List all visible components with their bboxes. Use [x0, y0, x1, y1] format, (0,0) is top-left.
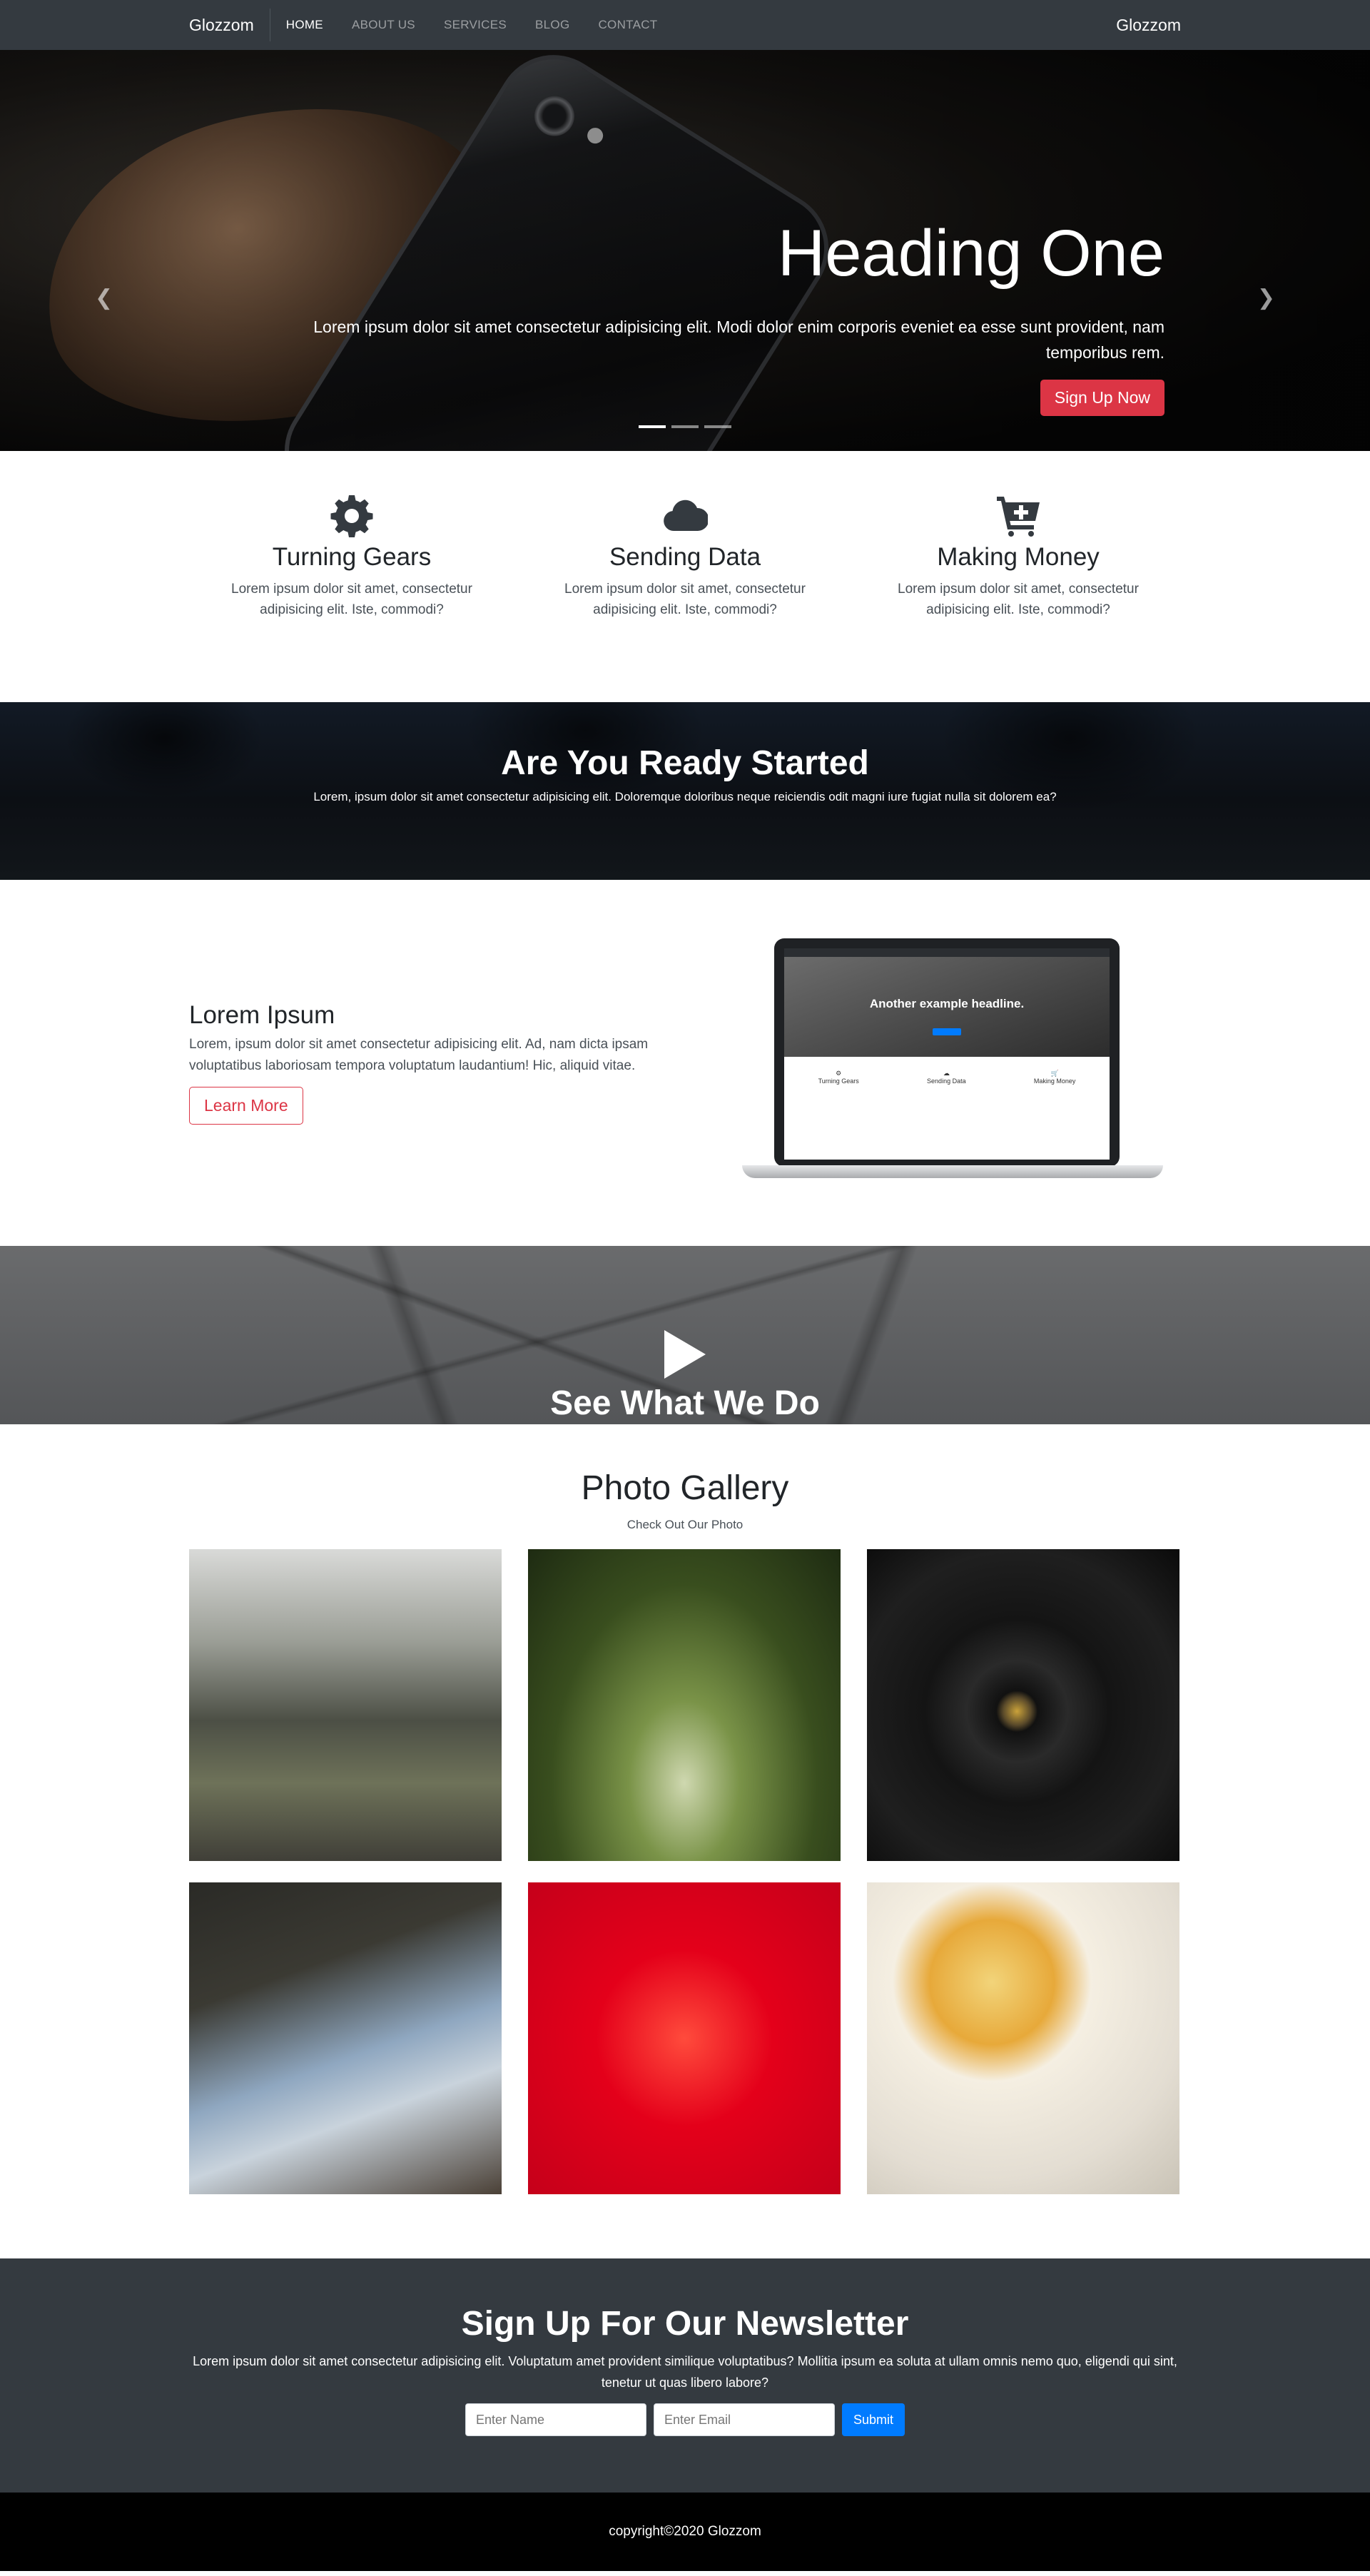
- laptop-headline: Another example headline.: [869, 996, 1025, 1010]
- ready-title: Are You Ready Started: [501, 744, 869, 782]
- navbar-container: Glozzom HOME ABOUT US SERVICES BLOG CONT…: [189, 0, 1181, 50]
- newsletter-title: Sign Up For Our Newsletter: [461, 2305, 909, 2343]
- gallery-subtitle: Check Out Our Photo: [626, 1518, 744, 1531]
- gallery-photo-jeans[interactable]: [189, 1882, 502, 2194]
- name-input[interactable]: [465, 2403, 646, 2436]
- nav-link-home[interactable]: HOME: [286, 18, 323, 32]
- carousel-indicator[interactable]: [671, 425, 699, 428]
- info-container: Lorem Ipsum Lorem, ipsum dolor sit amet …: [189, 880, 1181, 1246]
- cloud-icon: [664, 500, 709, 531]
- nav-links: HOME ABOUT US SERVICES BLOG CONTACT: [286, 18, 686, 32]
- info-section: Lorem Ipsum Lorem, ipsum dolor sit amet …: [0, 880, 1370, 1246]
- gear-icon: [330, 495, 373, 537]
- video-title: See What We Do: [550, 1384, 820, 1422]
- features-section: Turning Gears Lorem ipsum dolor sit amet…: [0, 451, 1370, 702]
- video-section: See What We Do: [0, 1246, 1370, 1424]
- carousel-next-icon[interactable]: ❯: [1257, 285, 1275, 310]
- laptop-mini-feature-label: Making Money: [1033, 1077, 1076, 1085]
- info-title: Lorem Ipsum: [189, 1001, 335, 1029]
- feature-text: Lorem ipsum dolor sit amet, consectetur …: [898, 582, 1139, 617]
- navbar: Glozzom HOME ABOUT US SERVICES BLOG CONT…: [0, 0, 1370, 50]
- nav-link-contact[interactable]: CONTACT: [598, 18, 657, 32]
- laptop-mini-button: [933, 1028, 961, 1035]
- carousel-indicator[interactable]: [639, 425, 666, 428]
- laptop-mini-features: ⚙ Turning Gears ☁ Sending Data 🛒 Making Mon…: [784, 1057, 1110, 1085]
- brand-logo[interactable]: Glozzom: [189, 9, 270, 41]
- feature-sending-data: Sending Data Lorem ipsum dolor sit amet,…: [528, 492, 842, 620]
- submit-button[interactable]: Submit: [841, 2403, 905, 2436]
- hero-heading: Heading One: [777, 217, 1164, 290]
- laptop-mini-hero: Another example headline.: [784, 956, 1110, 1057]
- feature-title: Making Money: [937, 543, 1100, 571]
- laptop-screen: Another example headline. ⚙ Turning Gears…: [774, 938, 1120, 1167]
- laptop-mini-feature-label: Turning Gears: [818, 1077, 859, 1085]
- footer: copyright©2020 Glozzom: [0, 2493, 1370, 2571]
- gallery-photo-canyon[interactable]: [189, 1549, 502, 1861]
- feature-title: Sending Data: [609, 543, 761, 571]
- hero-carousel: ❮ ❯ Heading One Lorem ipsum dolor sit am…: [0, 50, 1370, 451]
- feature-turning-gears: Turning Gears Lorem ipsum dolor sit amet…: [195, 492, 509, 620]
- newsletter-text: Lorem ipsum dolor sit amet consectetur a…: [193, 2354, 1177, 2390]
- ready-text: Lorem, ipsum dolor sit amet consectetur …: [313, 790, 1057, 803]
- mini-cart-icon: 🛒: [1050, 1069, 1059, 1077]
- gallery-photo-lemon[interactable]: [867, 1882, 1179, 2194]
- ready-section: Are You Ready Started Lorem, ipsum dolor…: [0, 702, 1370, 880]
- carousel-indicators: [639, 425, 731, 428]
- play-icon[interactable]: [664, 1330, 706, 1379]
- hero-lead: Lorem ipsum dolor sit amet consectetur a…: [313, 318, 1164, 362]
- nav-link-services[interactable]: SERVICES: [444, 18, 507, 32]
- mini-gear-icon: ⚙: [836, 1069, 842, 1077]
- laptop-mini-feature: 🛒 Making Money: [1034, 1070, 1076, 1085]
- feature-title: Turning Gears: [272, 543, 432, 571]
- gallery-photo-red-texture[interactable]: [528, 1882, 841, 2194]
- gallery-container: Photo Gallery Check Out Our Photo: [189, 1469, 1181, 2194]
- laptop-mini-feature: ☁ Sending Data: [927, 1070, 966, 1085]
- newsletter-form: Submit: [0, 2403, 1370, 2436]
- cart-plus-icon: [997, 497, 1040, 537]
- gallery-title: Photo Gallery: [581, 1469, 789, 1507]
- gallery-grid: [189, 1549, 1181, 2194]
- laptop-image: Another example headline. ⚙ Turning Gears…: [742, 938, 1163, 1195]
- feature-making-money: Making Money Lorem ipsum dolor sit amet,…: [861, 492, 1175, 620]
- laptop-mini-navbar: [784, 948, 1110, 957]
- copyright-text: copyright©2020 Glozzom: [609, 2524, 761, 2539]
- gallery-section: Photo Gallery Check Out Our Photo: [0, 1424, 1370, 2258]
- mini-cloud-icon: ☁: [943, 1069, 950, 1077]
- nav-link-about[interactable]: ABOUT US: [352, 18, 415, 32]
- nav-link-blog[interactable]: BLOG: [535, 18, 569, 32]
- newsletter-section: Sign Up For Our Newsletter Lorem ipsum d…: [0, 2258, 1370, 2493]
- learn-more-button[interactable]: Learn More: [189, 1087, 303, 1125]
- hero-caption-body: Lorem ipsum dolor sit amet consectetur a…: [265, 314, 1164, 416]
- info-text: Lorem, ipsum dolor sit amet consectetur …: [189, 1037, 649, 1073]
- email-input[interactable]: [653, 2403, 835, 2436]
- carousel-prev-icon[interactable]: ❮: [95, 285, 113, 310]
- carousel-indicator[interactable]: [704, 425, 731, 428]
- brand-right[interactable]: Glozzom: [1116, 16, 1181, 35]
- gallery-photo-wheel[interactable]: [867, 1549, 1179, 1861]
- info-text-block: Lorem Ipsum Lorem, ipsum dolor sit amet …: [189, 1001, 681, 1125]
- sign-up-now-button[interactable]: Sign Up Now: [1040, 380, 1164, 416]
- feature-text: Lorem ipsum dolor sit amet, consectetur …: [564, 582, 806, 617]
- laptop-screen-content: Another example headline. ⚙ Turning Gears…: [784, 948, 1110, 1160]
- laptop-mini-feature-label: Sending Data: [927, 1077, 966, 1085]
- features-container: Turning Gears Lorem ipsum dolor sit amet…: [189, 451, 1181, 620]
- gallery-photo-forest[interactable]: [528, 1549, 841, 1861]
- laptop-base: [742, 1165, 1163, 1178]
- laptop-mini-feature: ⚙ Turning Gears: [818, 1070, 859, 1085]
- feature-text: Lorem ipsum dolor sit amet, consectetur …: [231, 582, 472, 617]
